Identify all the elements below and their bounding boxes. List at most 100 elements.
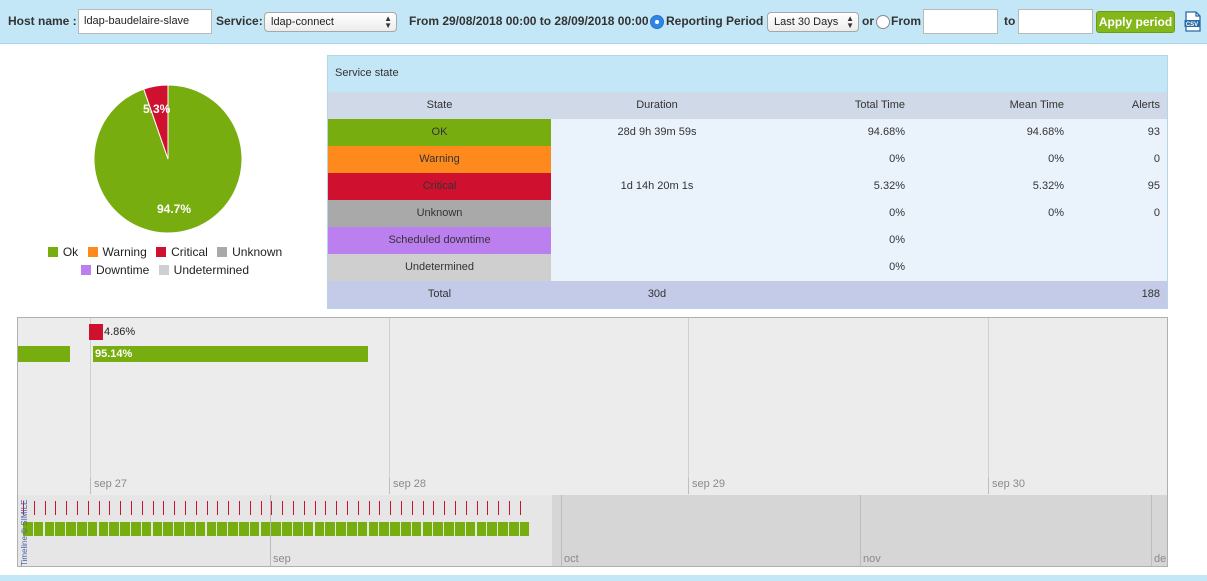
- state-cell: Warning: [328, 146, 551, 173]
- overview-critical-tick: [249, 501, 251, 515]
- alerts-cell: [1066, 254, 1167, 281]
- timeline-month-band[interactable]: sep oct nov de: [18, 495, 1167, 566]
- overview-ok-bar: [260, 522, 271, 536]
- timeline-critical-bar[interactable]: [89, 324, 103, 340]
- overview-ok-bar: [325, 522, 335, 536]
- footer-total: [763, 281, 907, 308]
- state-cell: Scheduled downtime: [328, 227, 551, 254]
- reporting-period-radio[interactable]: [650, 15, 664, 29]
- alerts-cell: 95: [1147, 180, 1160, 192]
- timeline-ok-bar[interactable]: [93, 346, 368, 362]
- overview-critical-tick: [357, 501, 359, 515]
- overview-ok-bar: [314, 522, 325, 536]
- overview-ok-bar: [152, 522, 163, 536]
- state-row: Scheduled downtime 0%: [328, 227, 1167, 254]
- svg-text:CSV: CSV: [1186, 22, 1198, 28]
- overview-critical-tick: [444, 501, 446, 515]
- timeline-month-label: oct: [564, 553, 579, 565]
- timeline-gridline: [688, 318, 689, 494]
- apply-period-button[interactable]: Apply period: [1096, 11, 1175, 33]
- to-date-input[interactable]: [1018, 9, 1093, 34]
- legend-item-warning: Warning: [87, 243, 147, 261]
- overview-critical-tick: [390, 501, 392, 515]
- pie-label-critical: 5.3%: [143, 102, 171, 116]
- overview-ok-bar: [163, 522, 173, 536]
- timeline-ok-bar[interactable]: [18, 346, 70, 362]
- timeline-ok-label: 95.14%: [95, 348, 133, 360]
- mean-time-cell: [907, 227, 1066, 254]
- footer-mean: [907, 281, 1066, 308]
- overview-critical-tick: [401, 501, 402, 515]
- overview-ok-bar: [185, 522, 195, 536]
- overview-ok-bar: [87, 522, 98, 536]
- overview-ok-bar: [422, 522, 433, 536]
- legend-swatch: [47, 247, 58, 257]
- legend-item-ok: Ok: [47, 243, 78, 261]
- overview-critical-tick: [465, 501, 467, 515]
- overview-critical-tick: [476, 501, 478, 515]
- overview-ok-bar: [239, 522, 249, 536]
- overview-ok-bar: [368, 522, 379, 536]
- custom-period-radio[interactable]: [876, 15, 890, 29]
- date-range-text: From 29/08/2018 00:00 to 28/09/2018 00:0…: [409, 14, 656, 28]
- table-header-row: State Duration Total Time Mean Time Aler…: [328, 92, 1167, 119]
- mean-time-cell: [907, 254, 1066, 281]
- overview-critical-tick: [163, 501, 165, 515]
- overview-ok-bar: [444, 522, 454, 536]
- duration-cell: [551, 227, 763, 254]
- from-label: From: [891, 14, 921, 28]
- service-select[interactable]: ldap-connect ▲ ▼: [264, 12, 397, 32]
- period-select[interactable]: Last 30 Days ▲ ▼: [767, 12, 859, 32]
- alerts-cell: 0: [1153, 207, 1160, 219]
- timeline-day-band[interactable]: 4.86% 95.14% sep 27 sep 28 sep 29 sep 30: [18, 318, 1167, 494]
- csv-file-icon[interactable]: CSV: [1184, 11, 1202, 32]
- overview-critical-tick: [336, 501, 338, 515]
- host-name-input[interactable]: ldap-baudelaire-slave: [78, 9, 212, 34]
- overview-critical-tick: [271, 501, 273, 515]
- timeline-day-label: sep 29: [688, 478, 725, 494]
- alerts-cell: [1066, 227, 1167, 254]
- pie-legend: Ok Warning Critical Unknown Downtime Und…: [30, 243, 300, 279]
- timeline-gridline: [90, 318, 91, 494]
- overview-critical-tick: [379, 501, 381, 515]
- period-select-value: Last 30 Days: [774, 16, 839, 28]
- overview-ok-bar: [390, 522, 400, 536]
- overview-ok-bar: [303, 522, 314, 536]
- timeline-day-label: sep 28: [389, 478, 426, 494]
- overview-ok-bar: [357, 522, 368, 536]
- overview-ok-bar: [519, 522, 530, 536]
- overview-ok-bar: [498, 522, 508, 536]
- state-timeline[interactable]: 4.86% 95.14% sep 27 sep 28 sep 29 sep 30…: [17, 317, 1168, 567]
- overview-critical-tick: [239, 501, 240, 515]
- to-label: to: [1004, 14, 1016, 28]
- state-cell: OK: [328, 119, 551, 146]
- table-footer-row: Total 30d 188: [328, 281, 1167, 308]
- overview-ok-bar: [66, 522, 76, 536]
- overview-ok-bar: [98, 522, 109, 536]
- duration-cell: [551, 200, 763, 227]
- overview-critical-tick: [325, 501, 327, 515]
- header-mean-time: Mean Time: [1009, 99, 1064, 111]
- overview-critical-tick: [228, 501, 230, 515]
- overview-ok-bar: [411, 522, 422, 536]
- overview-critical-tick: [66, 501, 68, 515]
- timeline-gridline: [988, 318, 989, 494]
- legend-row-1: Ok Warning Critical Unknown: [30, 243, 300, 261]
- overview-critical-tick: [141, 501, 143, 515]
- overview-critical-tick: [195, 501, 197, 515]
- state-row: Undetermined 0%: [328, 254, 1167, 281]
- mean-time-cell: 5.32%: [1032, 180, 1064, 192]
- service-state-table: Service state State Duration Total Time …: [327, 55, 1168, 309]
- service-label: Service:: [216, 14, 263, 28]
- timeline-month-label: sep: [273, 553, 291, 565]
- overview-ok-bar: [336, 522, 346, 536]
- overview-critical-tick: [55, 501, 57, 515]
- table-title: Service state: [328, 56, 1167, 92]
- filter-toolbar: Host name : ldap-baudelaire-slave Servic…: [0, 0, 1207, 44]
- from-date-input[interactable]: [923, 9, 998, 34]
- mean-time-cell: 0%: [1048, 207, 1064, 219]
- overview-ok-bar: [44, 522, 55, 536]
- overview-ok-bar: [249, 522, 260, 536]
- overview-critical-tick: [206, 501, 208, 515]
- overview-critical-tick: [152, 501, 154, 515]
